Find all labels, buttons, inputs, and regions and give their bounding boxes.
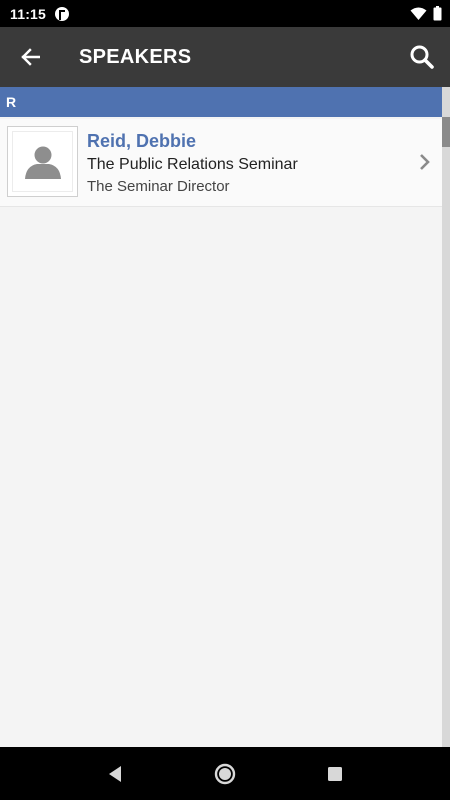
back-button[interactable] bbox=[0, 27, 60, 87]
battery-icon bbox=[433, 6, 442, 21]
app-bar: SPEAKERS bbox=[0, 27, 450, 87]
nav-back-button[interactable] bbox=[95, 754, 135, 794]
wifi-icon bbox=[410, 7, 427, 20]
scrollbar-thumb[interactable] bbox=[442, 117, 450, 147]
status-bar: 11:15 bbox=[0, 0, 450, 27]
speaker-list-item[interactable]: Reid, Debbie The Public Relations Semina… bbox=[0, 119, 442, 207]
search-icon bbox=[410, 45, 434, 69]
page-title: SPEAKERS bbox=[79, 45, 192, 68]
section-header: R bbox=[0, 87, 442, 117]
search-button[interactable] bbox=[394, 27, 450, 87]
nav-home-button[interactable] bbox=[205, 754, 245, 794]
status-time: 11:15 bbox=[10, 5, 47, 22]
app-screen: 11:15 SPEAKERS R Reid, Debbie The Public… bbox=[0, 0, 450, 800]
scrollbar-track[interactable] bbox=[442, 87, 450, 747]
system-nav-bar bbox=[0, 747, 450, 800]
speaker-name: Reid, Debbie bbox=[87, 131, 197, 151]
square-recents-icon bbox=[328, 766, 342, 781]
avatar bbox=[7, 126, 78, 197]
status-icons bbox=[410, 6, 442, 21]
chevron-right-icon bbox=[420, 154, 430, 170]
speaker-organization: The Public Relations Seminar bbox=[87, 156, 298, 173]
person-placeholder-icon bbox=[24, 146, 61, 179]
notification-app-icon bbox=[55, 6, 70, 21]
speaker-title: The Seminar Director bbox=[87, 178, 230, 195]
section-letter: R bbox=[6, 94, 17, 110]
circle-home-icon bbox=[214, 763, 236, 784]
nav-recents-button[interactable] bbox=[315, 754, 355, 794]
triangle-back-icon bbox=[109, 765, 121, 782]
arrow-back-icon bbox=[21, 48, 40, 66]
